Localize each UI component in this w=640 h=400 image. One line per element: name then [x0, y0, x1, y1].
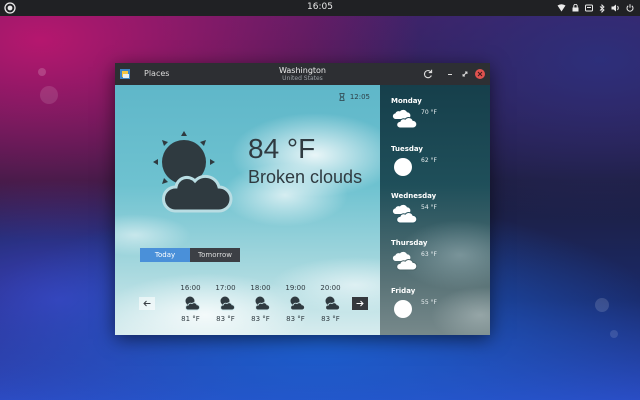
hourly-item: 18:00 83 °F — [243, 284, 278, 323]
wallpaper-bokeh — [40, 86, 58, 104]
forecast-temperature: 62 °F — [421, 157, 437, 164]
forecast-day-name: Thursday — [391, 239, 428, 247]
forecast-day[interactable]: Thursday 63 °F — [391, 239, 486, 285]
refresh-icon[interactable] — [422, 68, 434, 80]
hour-temperature: 81 °F — [181, 315, 200, 323]
hour-temperature: 83 °F — [321, 315, 340, 323]
forecast-day-name: Wednesday — [391, 192, 437, 200]
volume-icon[interactable] — [611, 4, 620, 12]
next-hours-button[interactable] — [352, 297, 368, 310]
maximize-icon[interactable] — [459, 68, 471, 80]
hourly-item: 16:00 81 °F — [173, 284, 208, 323]
wallpaper-bokeh — [595, 298, 609, 312]
previous-hours-button[interactable] — [139, 297, 155, 310]
clouds-icon — [392, 109, 417, 129]
sun-cloud-icon — [289, 296, 305, 311]
tab-tomorrow[interactable]: Tomorrow — [190, 248, 240, 262]
window-header: Places Washington United States — [115, 63, 490, 85]
forecast-day[interactable]: Tuesday 62 °F — [391, 145, 486, 191]
arrow-right-icon — [356, 300, 364, 307]
hour-temperature: 83 °F — [216, 315, 235, 323]
current-temperature: 84 °F — [248, 133, 316, 164]
forecast-temperature: 63 °F — [421, 251, 437, 258]
bluetooth-icon[interactable] — [599, 3, 605, 13]
forecast-day[interactable]: Friday 55 °F — [391, 287, 486, 333]
hourly-item: 20:00 83 °F — [313, 284, 348, 323]
hour-temperature: 83 °F — [251, 315, 270, 323]
clouds-icon — [392, 251, 417, 271]
hour-temperature: 83 °F — [286, 315, 305, 323]
hour-time: 19:00 — [285, 284, 306, 292]
system-tray[interactable] — [557, 2, 634, 14]
forecast-day-name: Monday — [391, 97, 422, 105]
forecast-temperature: 55 °F — [421, 299, 437, 306]
top-bar-clock[interactable]: 16:05 — [0, 2, 640, 12]
weather-window: Places Washington United States 12:05 84… — [115, 63, 490, 335]
lock-icon[interactable] — [572, 4, 579, 12]
clouds-icon — [392, 204, 417, 224]
sun-cloud-icon — [153, 131, 233, 213]
notification-icon[interactable] — [585, 4, 593, 12]
hourly-item: 17:00 83 °F — [208, 284, 243, 323]
weekly-forecast-sidebar: Monday 70 °F Tuesday 62 °F Wednesday 54 … — [380, 85, 490, 335]
top-bar: 16:05 — [0, 0, 640, 16]
power-icon[interactable] — [626, 4, 634, 12]
wallpaper-bokeh — [38, 68, 46, 76]
forecast-day[interactable]: Wednesday 54 °F — [391, 192, 486, 238]
hour-time: 17:00 — [215, 284, 236, 292]
close-icon[interactable] — [474, 68, 486, 80]
hour-time: 16:00 — [180, 284, 201, 292]
sun-icon — [394, 300, 412, 318]
forecast-day[interactable]: Monday 70 °F — [391, 97, 486, 143]
forecast-temperature: 54 °F — [421, 204, 437, 211]
current-time-label: 12:05 — [349, 93, 370, 101]
sun-cloud-icon — [184, 296, 200, 311]
arrow-left-icon — [143, 300, 151, 307]
hourly-item: 19:00 83 °F — [278, 284, 313, 323]
forecast-temperature: 70 °F — [421, 109, 437, 116]
day-tabs: Today Tomorrow — [140, 248, 240, 262]
forecast-day-name: Friday — [391, 287, 416, 295]
current-time: 12:05 — [339, 93, 370, 101]
current-condition: Broken clouds — [248, 167, 363, 187]
wifi-icon[interactable] — [557, 4, 566, 12]
hour-time: 18:00 — [250, 284, 271, 292]
minimize-icon[interactable] — [444, 68, 456, 80]
sun-cloud-icon — [254, 296, 270, 311]
clock-icon — [339, 93, 345, 101]
sun-icon — [394, 158, 412, 176]
hour-time: 20:00 — [320, 284, 341, 292]
tab-today[interactable]: Today — [140, 248, 190, 262]
forecast-day-name: Tuesday — [391, 145, 423, 153]
wallpaper-bokeh — [610, 330, 618, 338]
sun-cloud-icon — [219, 296, 235, 311]
current-weather-panel: 12:05 84 °F Broken clouds Today Tomorrow — [115, 85, 380, 335]
hourly-forecast: 16:00 81 °F 17:00 83 °F 18:00 83 °F 19:0… — [173, 284, 348, 323]
sun-cloud-icon — [324, 296, 340, 311]
